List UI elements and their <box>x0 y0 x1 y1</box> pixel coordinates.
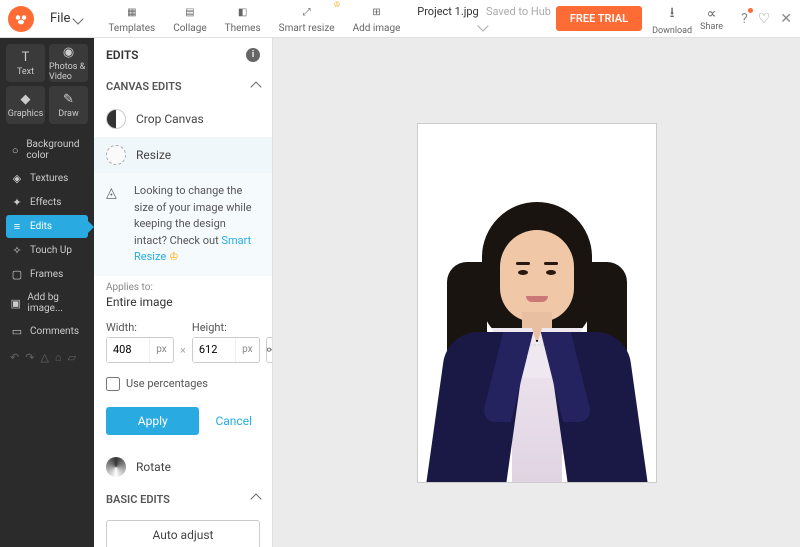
applies-to-label: Applies to: <box>94 276 272 295</box>
height-input[interactable] <box>193 338 235 362</box>
help-icon[interactable]: ? <box>741 11 748 27</box>
sidebar-item-touchup[interactable]: ✧Touch Up <box>6 239 88 262</box>
templates-tool[interactable]: ▦Templates <box>100 2 163 36</box>
close-icon[interactable]: ✕ <box>780 11 792 27</box>
height-label: Height: <box>192 321 260 334</box>
rotate-icon <box>106 457 126 477</box>
home-icon[interactable]: ⌂ <box>55 351 62 364</box>
textures-icon: ◈ <box>10 172 24 185</box>
canvas-area[interactable] <box>273 38 800 547</box>
frame-icon: ▢ <box>10 268 24 281</box>
sidebar-item-bgcolor[interactable]: ○Background color <box>6 134 88 166</box>
info-icon[interactable]: i <box>246 48 260 62</box>
themes-tool[interactable]: ◧Themes <box>217 2 269 36</box>
themes-icon: ◧ <box>234 4 252 22</box>
sidebar-item-textures[interactable]: ◈Textures <box>6 167 88 190</box>
file-menu[interactable]: File <box>42 7 90 30</box>
layers-icon[interactable]: ▱ <box>68 351 76 364</box>
chevron-down-icon <box>73 13 84 24</box>
redo-icon[interactable]: ↷ <box>25 351 34 364</box>
rotate-item[interactable]: Rotate <box>94 449 272 485</box>
wand-icon: ✧ <box>10 244 24 257</box>
camera-icon: ◉ <box>63 45 74 60</box>
chevron-up-icon <box>250 81 261 92</box>
free-trial-button[interactable]: FREE TRIAL <box>556 6 642 31</box>
lock-aspect-button[interactable]: ⚯ <box>266 337 273 363</box>
sparkle-icon: ✦ <box>10 196 24 209</box>
graphics-tool[interactable]: ◆Graphics <box>6 86 45 124</box>
top-icons: ? ♡ ✕ <box>741 11 792 27</box>
smart-resize-tool[interactable]: ⤢♔Smart resize <box>271 2 343 36</box>
sidebar-item-frames[interactable]: ▢Frames <box>6 263 88 286</box>
templates-icon: ▦ <box>123 4 141 22</box>
collage-tool[interactable]: ▤Collage <box>165 2 214 36</box>
tool-sidebar: TText ◉Photos & Video ◆Graphics ✎Draw ○B… <box>0 38 94 547</box>
collage-icon: ▤ <box>181 4 199 22</box>
height-input-group: px <box>192 337 260 363</box>
crop-canvas-item[interactable]: Crop Canvas <box>94 101 272 137</box>
photos-tool[interactable]: ◉Photos & Video <box>49 44 88 82</box>
width-label: Width: <box>106 321 174 334</box>
width-input[interactable] <box>107 338 149 362</box>
project-name[interactable]: Project 1.jpg Saved to Hub <box>408 4 555 34</box>
pencil-icon: ✎ <box>63 92 74 107</box>
use-percentages-row[interactable]: Use percentages <box>94 367 272 401</box>
comment-icon: ▭ <box>10 325 24 338</box>
portrait-image <box>437 202 637 482</box>
basic-edits-header[interactable]: BASIC EDITS <box>94 485 272 514</box>
add-image-icon: ⊞ <box>367 4 385 22</box>
warning-icon[interactable]: △ <box>40 351 48 364</box>
sidebar-item-edits[interactable]: ≡Edits <box>6 215 88 238</box>
width-input-group: px <box>106 337 174 363</box>
graphics-icon: ◆ <box>21 92 31 107</box>
undo-icon[interactable]: ↶ <box>10 351 19 364</box>
cancel-button[interactable]: Cancel <box>207 407 260 435</box>
crown-icon: ♔ <box>333 0 340 9</box>
top-toolbar: File ▦Templates ▤Collage ◧Themes ⤢♔Smart… <box>0 0 800 38</box>
height-unit[interactable]: px <box>235 338 259 362</box>
text-tool[interactable]: TText <box>6 44 45 82</box>
panel-title: EDITS <box>106 48 138 62</box>
edits-panel: EDITS i CANVAS EDITS Crop Canvas Resize … <box>94 38 273 547</box>
canvas-edits-header[interactable]: CANVAS EDITS <box>94 72 272 101</box>
times-icon: × <box>180 344 186 363</box>
sidebar-item-effects[interactable]: ✦Effects <box>6 191 88 214</box>
add-image-tool[interactable]: ⊞Add image <box>345 2 409 36</box>
canvas[interactable] <box>417 123 657 483</box>
file-label: File <box>50 11 70 26</box>
share-icon: ∝ <box>707 6 717 22</box>
app-logo[interactable] <box>8 6 34 32</box>
crop-icon <box>106 109 126 129</box>
tip-icon: ◬ <box>106 183 126 266</box>
history-controls: ↶ ↷ △ ⌂ ▱ <box>6 343 88 372</box>
top-right: ⭳Download ∝Share ? ♡ ✕ <box>652 2 792 36</box>
resize-item[interactable]: Resize <box>94 137 272 173</box>
smart-resize-tip: ◬ Looking to change the size of your ima… <box>94 173 272 276</box>
top-tools: ▦Templates ▤Collage ◧Themes ⤢♔Smart resi… <box>100 2 408 36</box>
chevron-up-icon <box>250 493 261 504</box>
circle-icon: ○ <box>10 144 20 157</box>
share-button[interactable]: ∝Share <box>700 6 723 32</box>
save-status: Saved to Hub <box>486 5 551 18</box>
smart-resize-icon: ⤢ <box>298 4 316 22</box>
bell-icon[interactable]: ♡ <box>758 11 771 27</box>
apply-button[interactable]: Apply <box>106 407 199 435</box>
applies-to-value: Entire image <box>94 295 272 317</box>
image-icon: ▣ <box>10 297 21 310</box>
download-icon: ⭳ <box>670 2 675 26</box>
crown-icon: ♔ <box>169 250 179 263</box>
sidebar-item-comments[interactable]: ▭Comments <box>6 320 88 343</box>
text-icon: T <box>22 50 30 65</box>
draw-tool[interactable]: ✎Draw <box>49 86 88 124</box>
use-percentages-checkbox[interactable] <box>106 377 120 391</box>
sidebar-item-addbg[interactable]: ▣Add bg image... <box>6 287 88 319</box>
download-button[interactable]: ⭳Download <box>652 2 692 36</box>
resize-icon <box>106 145 126 165</box>
auto-adjust-button[interactable]: Auto adjust <box>106 520 260 547</box>
sliders-icon: ≡ <box>10 220 24 233</box>
chevron-down-icon <box>477 20 488 31</box>
width-unit[interactable]: px <box>149 338 173 362</box>
